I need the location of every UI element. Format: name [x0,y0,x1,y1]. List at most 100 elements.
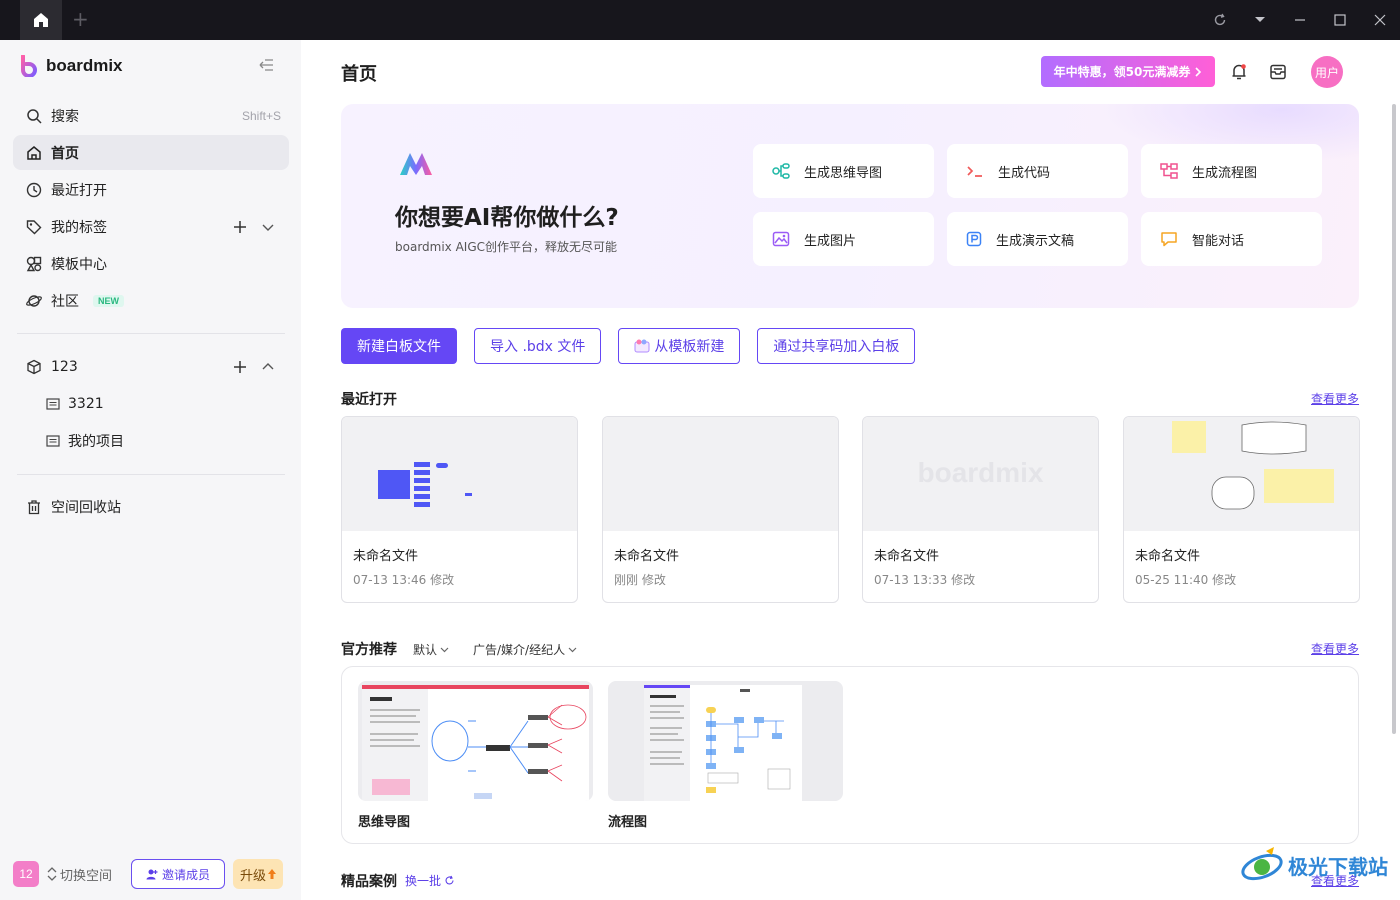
home-tab[interactable] [20,0,62,40]
notification-bell-icon[interactable] [1229,62,1249,82]
promo-banner[interactable]: 年中特惠，领50元满减券 [1041,56,1215,87]
trash-icon [25,498,43,516]
sidebar-footer: 12 切换空间 邀请成员 升级 [13,859,283,889]
add-project-icon[interactable] [233,360,247,374]
template-card-label: 流程图 [608,815,648,830]
dropdown-icon[interactable] [1250,10,1270,30]
chevron-down-icon[interactable] [261,220,275,234]
recent-file-card[interactable]: boardmix 未命名文件 07-13 13:33 修改 [862,416,1099,603]
recent-file-card[interactable]: 未命名文件 07-13 13:46 修改 [341,416,578,603]
upgrade-label: 升级 [239,868,266,884]
new-from-template-label: 从模板新建 [654,339,725,355]
ai-action-code[interactable]: 生成代码 [947,144,1128,198]
sort-filter-label: 默认 [413,643,438,657]
folder-icon [46,435,60,447]
main-scrollbar[interactable] [1392,104,1396,734]
ai-action-presentation[interactable]: 生成演示文稿 [947,212,1128,266]
project-label: 3321 [68,396,104,412]
file-name: 未命名文件 [614,549,680,564]
folder-icon [46,398,60,410]
mindmap-template-thumbnail-icon [362,685,589,801]
file-name: 未命名文件 [874,549,940,564]
sidebar-item-label: 最近打开 [51,182,107,199]
template-card-flowchart[interactable] [608,681,843,801]
cases-title: 精品案例 [341,874,397,890]
promo-label: 年中特惠，领50元满减券 [1053,65,1191,79]
file-time: 刚刚 修改 [614,573,666,587]
ai-action-image[interactable]: 生成图片 [753,212,934,266]
category-filter-dropdown[interactable]: 广告/媒介/经纪人 [473,641,577,658]
sidebar-item-templates[interactable]: 模板中心 [13,246,289,281]
refresh-icon[interactable] [1210,10,1230,30]
watermark-logo-icon [1241,847,1283,881]
search-item[interactable]: 搜索 Shift+S [13,98,289,133]
ai-action-chat[interactable]: 智能对话 [1141,212,1322,266]
sidebar-item-home[interactable]: 首页 [13,135,289,170]
minimize-icon[interactable] [1290,10,1310,30]
ai-action-label: 生成思维导图 [804,165,883,181]
sidebar-team-123[interactable]: 123 [13,349,289,384]
join-by-code-button[interactable]: 通过共享码加入白板 [757,328,916,364]
template-card-mindmap[interactable] [358,681,593,801]
file-thumbnail [342,417,577,531]
tag-icon [25,218,43,236]
sidebar-item-tags[interactable]: 我的标签 [13,209,289,244]
sort-filter-dropdown[interactable]: 默认 [413,641,449,658]
sidebar-project-3321[interactable]: 3321 [46,389,104,419]
code-icon [967,166,982,177]
new-tab-button[interactable]: + [72,8,89,30]
recent-see-more-link[interactable]: 查看更多 [1311,390,1359,407]
sidebar-item-label: 空间回收站 [51,499,121,516]
file-thumbnail: boardmix [863,417,1098,531]
brand-logo[interactable]: boardmix [20,54,123,78]
file-name: 未命名文件 [353,549,419,564]
ai-action-label: 生成演示文稿 [996,233,1075,249]
sidebar-project-my-project[interactable]: 我的项目 [46,426,124,456]
space-avatar[interactable]: 12 [13,861,39,887]
chevron-down-icon [440,647,449,652]
sidebar-item-community[interactable]: 社区 NEW [13,283,289,318]
planet-icon [25,292,43,310]
sidebar-divider [17,333,285,334]
page-title: 首页 [341,64,377,85]
window-titlebar: + [0,0,1400,40]
presentation-icon [966,231,982,247]
invite-label: 邀请成员 [161,867,210,882]
ai-action-label: 生成流程图 [1192,165,1258,181]
sidebar-item-label: 我的标签 [51,219,107,236]
ai-action-mindmap[interactable]: 生成思维导图 [753,144,934,198]
mindmap-thumbnail-icon [378,462,472,507]
recent-file-card[interactable]: 未命名文件 刚刚 修改 [602,416,839,603]
official-see-more-link[interactable]: 查看更多 [1311,640,1359,657]
user-avatar[interactable]: 用户 [1311,56,1343,88]
flowchart-template-thumbnail-icon [644,685,802,801]
collapse-sidebar-button[interactable] [258,58,276,74]
switch-icon [47,867,57,881]
template-palette-icon [634,339,650,353]
official-recommend-panel: 思维导图 流程图 [341,666,1359,844]
home-icon [25,144,43,162]
project-label: 我的项目 [68,434,124,450]
sidebar: boardmix 搜索 Shift+S 首页 最近打开 我的标签 模板中心 社区… [0,40,301,900]
recent-file-card[interactable]: 未命名文件 05-25 11:40 修改 [1123,416,1360,603]
new-badge: NEW [93,294,124,307]
chat-icon [1161,232,1177,247]
close-icon[interactable] [1370,10,1390,30]
chevron-down-icon [568,647,577,652]
sidebar-item-trash[interactable]: 空间回收站 [13,489,289,524]
sidebar-item-recent[interactable]: 最近打开 [13,172,289,207]
invite-members-button[interactable]: 邀请成员 [131,859,225,889]
ai-action-flowchart[interactable]: 生成流程图 [1141,144,1322,198]
new-board-button[interactable]: 新建白板文件 [341,328,457,364]
chevron-up-icon[interactable] [261,360,275,374]
import-bdx-button[interactable]: 导入 .bdx 文件 [474,328,602,364]
flowchart-icon [1160,163,1178,179]
inbox-icon[interactable] [1268,62,1288,82]
add-tag-icon[interactable] [233,220,247,234]
refresh-batch-link[interactable]: 换一批 [405,872,455,889]
new-from-template-button[interactable]: 从模板新建 [618,328,741,364]
switch-space-button[interactable]: 切换空间 [47,865,123,884]
collapse-icon [259,59,273,71]
upgrade-button[interactable]: 升级 [233,859,283,889]
maximize-icon[interactable] [1330,10,1350,30]
